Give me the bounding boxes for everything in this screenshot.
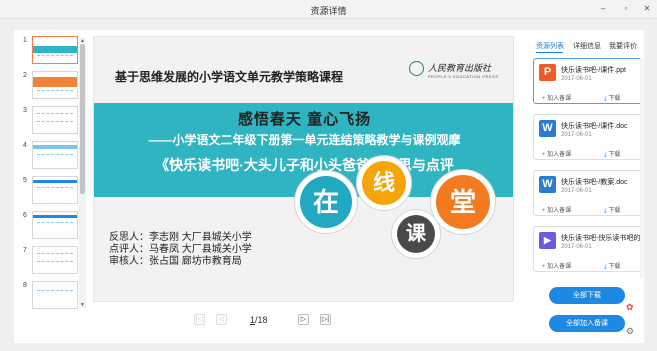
- thumbnail-number: 8: [23, 282, 27, 289]
- reviewer-line: 点评人：马春凤 大厂县城关小学: [109, 244, 252, 255]
- ppt-file-icon: P: [539, 64, 556, 81]
- thumbnail-item[interactable]: 2: [20, 71, 88, 105]
- add-to-prep-button[interactable]: + 加入备课: [542, 205, 571, 214]
- prev-page-button[interactable]: ◁: [216, 314, 227, 325]
- resource-card[interactable]: W 快乐读书吧-/课件.doc 2017-06-01 + 加入备课 ⤓ 下载: [533, 114, 643, 160]
- thumbnail-image: [32, 176, 78, 204]
- total-pages: /18: [255, 315, 268, 325]
- thumbnail-item[interactable]: 3: [20, 106, 88, 140]
- thumbnail-image: [32, 36, 78, 64]
- tab-resource-list[interactable]: 资源列表: [536, 41, 564, 51]
- last-page-button[interactable]: ▷|: [320, 314, 331, 325]
- add-to-prep-button[interactable]: + 加入备课: [542, 261, 571, 270]
- download-button[interactable]: ⤓ 下载: [604, 205, 620, 215]
- add-to-prep-label: 加入备课: [547, 264, 572, 270]
- word-file-icon: W: [539, 120, 556, 137]
- download-all-button[interactable]: 全部下载: [549, 287, 625, 304]
- thumbnail-number: 2: [23, 72, 27, 79]
- tab-rate[interactable]: 我要评价: [609, 41, 637, 51]
- thumbnail-number: 5: [23, 177, 27, 184]
- scrollbar-thumb[interactable]: [80, 44, 85, 194]
- slide-subheading: ——小学语文二年级下册第一单元连结策略教学与课例观摩: [148, 133, 461, 147]
- minimize-button[interactable]: –: [596, 2, 610, 16]
- slide-preview: 基于思维发展的小学语文单元教学策略课程 人民教育出版社 PEOPLE'S EDU…: [93, 36, 514, 302]
- download-button[interactable]: ⤓ 下载: [604, 149, 620, 159]
- word-file-icon: W: [539, 176, 556, 193]
- add-to-prep-label: 加入备课: [547, 208, 572, 214]
- active-tab-indicator: [536, 52, 563, 53]
- thumbnail-item[interactable]: 1: [20, 36, 88, 70]
- colorful-flower-icon[interactable]: ✿: [626, 302, 634, 313]
- add-all-to-prep-button[interactable]: 全部加入备课: [549, 315, 625, 332]
- resource-card[interactable]: W 快乐读书吧-/教案.doc 2017-06-01 + 加入备课 ⤓ 下载: [533, 170, 643, 216]
- auditor-line: 审核人：张占国 廊坊市教育局: [109, 256, 242, 267]
- thumbnail-image: [32, 71, 78, 99]
- resource-card[interactable]: ▶ 快乐读书吧-快乐读书吧的… 2017-06-01 + 加入备课 ⤓ 下载: [533, 226, 643, 272]
- page-indicator: 1/18: [250, 315, 268, 325]
- bubble-xian: 线: [362, 161, 406, 205]
- publisher-name-en: PEOPLE'S EDUCATION PRESS: [428, 74, 499, 79]
- thumbnail-number: 3: [23, 107, 27, 114]
- thumbnail-scrollbar[interactable]: ▲ ▼: [79, 38, 86, 308]
- resource-name: 快乐读书吧-/课件.ppt: [561, 67, 626, 74]
- thumbnail-list: 1 2 3 4 5 6 7 8: [20, 36, 88, 311]
- slide-heading: 感悟春天 童心飞扬: [237, 111, 372, 128]
- tab-details[interactable]: 详细信息: [573, 41, 601, 51]
- thumbnail-image: [32, 106, 78, 134]
- add-to-prep-button[interactable]: + 加入备课: [542, 93, 571, 102]
- resource-list-scrollbar[interactable]: [640, 58, 643, 278]
- resource-card[interactable]: P 快乐读书吧-/课件.ppt 2017-06-01 + 加入备课 ⤓ 下载: [533, 58, 643, 104]
- bubble-ke: 课: [397, 215, 435, 253]
- thumbnail-number: 7: [23, 247, 27, 254]
- resource-name: 快乐读书吧-/教案.doc: [561, 179, 628, 186]
- people-block: 反思人：李志刚 大厂县城关小学 点评人：马春凤 大厂县城关小学 审核人：张占国 …: [109, 232, 252, 268]
- title-bar: 资源详情 – ▫ ✕: [0, 0, 657, 19]
- thumbnail-item[interactable]: 7: [20, 246, 88, 280]
- bubble-tang: 堂: [436, 175, 490, 229]
- resource-date: 2017-06-01: [561, 76, 592, 82]
- resource-date: 2017-06-01: [561, 132, 592, 138]
- pep-emblem-icon: [409, 61, 424, 76]
- resource-date: 2017-06-01: [561, 188, 592, 194]
- thumbnail-item[interactable]: 4: [20, 141, 88, 175]
- download-button[interactable]: ⤓ 下载: [604, 261, 620, 271]
- course-title: 基于思维发展的小学语文单元教学策略课程: [115, 70, 344, 84]
- publisher-logo: 人民教育出版社 PEOPLE'S EDUCATION PRESS: [409, 59, 505, 83]
- download-label: 下载: [608, 96, 621, 102]
- thumbnail-image: [32, 211, 78, 239]
- add-to-prep-label: 加入备课: [547, 96, 572, 102]
- add-to-prep-label: 加入备课: [547, 152, 572, 158]
- thumbnail-number: 4: [23, 142, 27, 149]
- thumbnail-image: [32, 246, 78, 274]
- resource-date: 2017-06-01: [561, 244, 592, 250]
- thumbnail-image: [32, 141, 78, 169]
- bubble-zai: 在: [300, 176, 352, 228]
- close-button[interactable]: ✕: [640, 2, 654, 16]
- resource-name: 快乐读书吧-快乐读书吧的…: [561, 235, 641, 242]
- first-page-button[interactable]: |◁: [194, 314, 205, 325]
- thumbnail-image: [32, 281, 78, 309]
- reflector-line: 反思人：李志刚 大厂县城关小学: [109, 232, 252, 243]
- add-to-prep-button[interactable]: + 加入备课: [542, 149, 571, 158]
- thumbnail-number: 6: [23, 212, 27, 219]
- window-title: 资源详情: [310, 6, 347, 16]
- scroll-down-icon[interactable]: ▼: [79, 302, 86, 308]
- download-label: 下载: [608, 208, 621, 214]
- app-window: 资源详情 – ▫ ✕ 1 2 3 4 5 6 7 8 ▲ ▼ 基于思维发展的小学…: [0, 0, 657, 351]
- next-page-button[interactable]: ▷: [298, 314, 309, 325]
- thumbnail-item[interactable]: 8: [20, 281, 88, 311]
- gear-icon[interactable]: ⚙: [626, 326, 634, 337]
- resource-name: 快乐读书吧-/课件.doc: [561, 123, 628, 130]
- download-label: 下载: [608, 152, 621, 158]
- video-file-icon: ▶: [539, 232, 556, 249]
- slide-pager: |◁ ◁ 1/18 ▷ ▷|: [194, 314, 334, 328]
- thumbnail-item[interactable]: 5: [20, 176, 88, 210]
- download-label: 下载: [608, 264, 621, 270]
- thumbnail-item[interactable]: 6: [20, 211, 88, 245]
- thumbnail-number: 1: [23, 37, 27, 44]
- publisher-name: 人民教育出版社: [428, 63, 492, 73]
- download-button[interactable]: ⤓ 下载: [604, 93, 620, 103]
- maximize-button[interactable]: ▫: [619, 2, 633, 16]
